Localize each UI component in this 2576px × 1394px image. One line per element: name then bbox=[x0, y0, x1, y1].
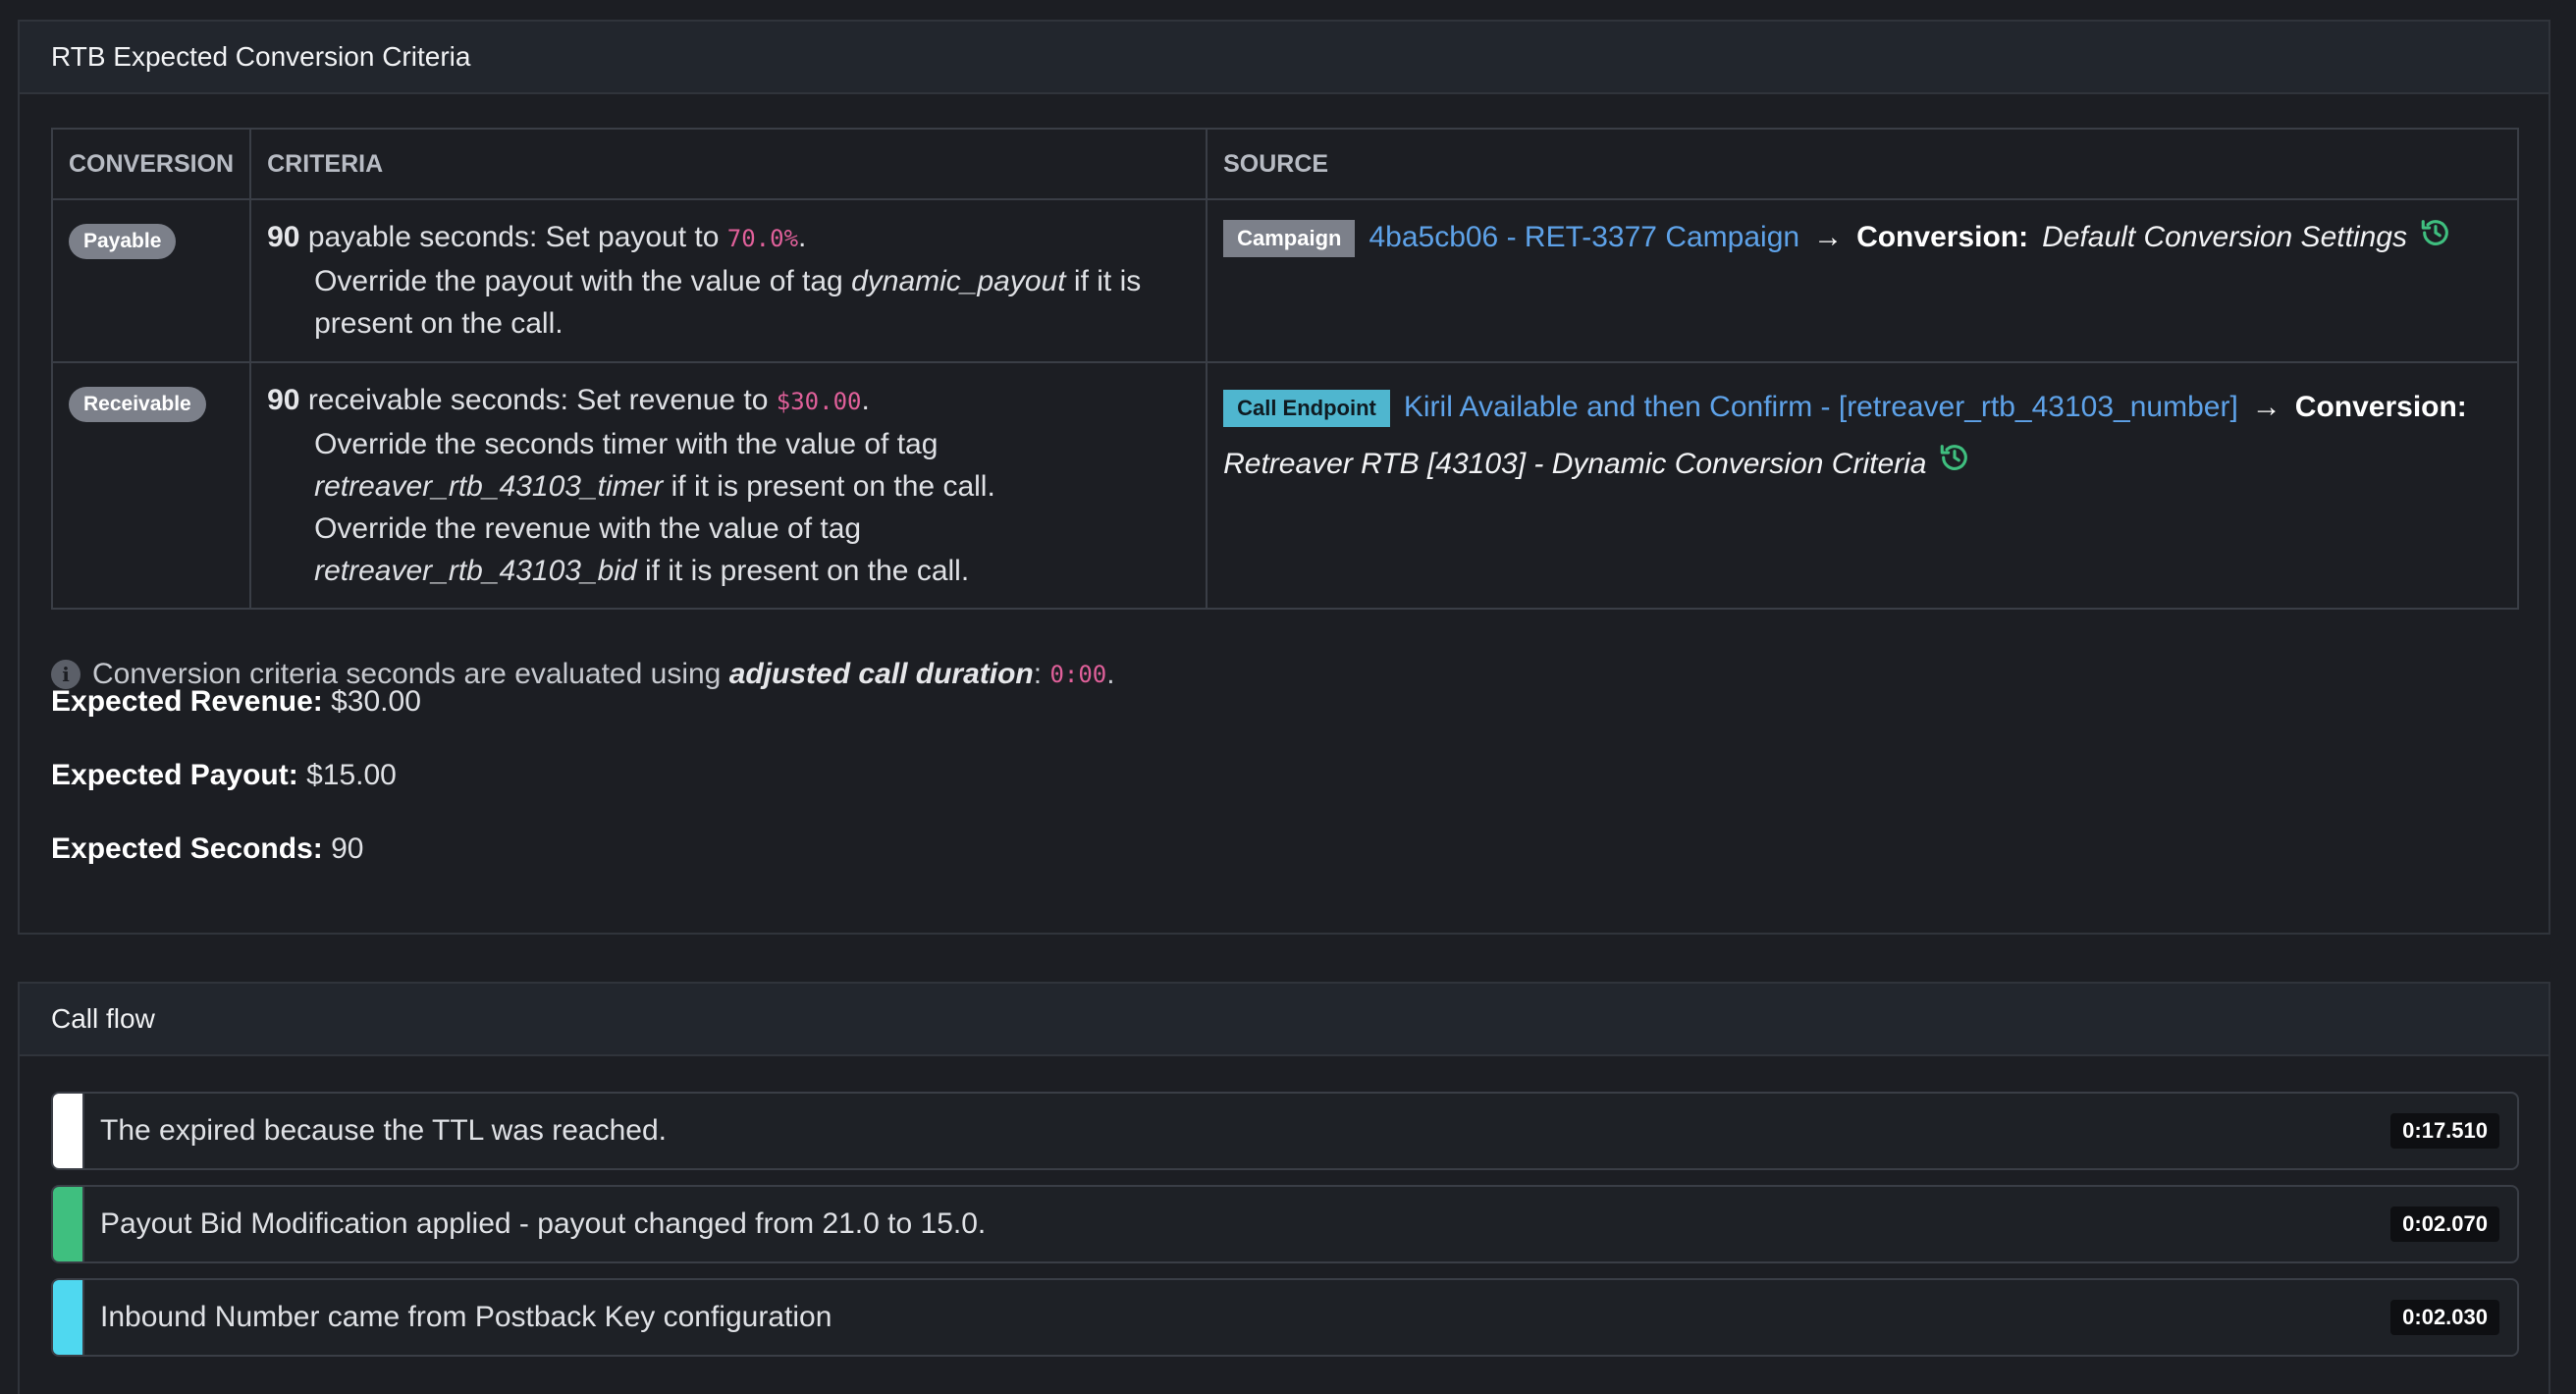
history-icon[interactable] bbox=[1938, 437, 1971, 494]
criteria-line: 90 payable seconds: Set payout to 70.0%. bbox=[267, 221, 807, 253]
conversion-name: Retreaver RTB [43103] - Dynamic Conversi… bbox=[1223, 448, 1927, 480]
conversion-criteria-table: CONVERSION CRITERIA SOURCE Payable 90 pa… bbox=[50, 128, 2519, 610]
call-flow-status-bar bbox=[53, 1187, 84, 1261]
conversion-label: Conversion: bbox=[2294, 391, 2467, 423]
call-flow-card: Call flow The expired because the TTL wa… bbox=[18, 982, 2550, 1394]
source-cell: Call Endpoint Kiril Available and then Co… bbox=[1206, 361, 2519, 610]
conversion-cell: Receivable bbox=[50, 361, 252, 610]
expected-seconds: Expected Seconds: 90 bbox=[51, 832, 363, 866]
criteria-value: $30.00 bbox=[776, 388, 862, 415]
receivable-badge: Receivable bbox=[69, 387, 206, 422]
override-text: Override the seconds timer with the valu… bbox=[314, 428, 939, 460]
criteria-value: 70.0% bbox=[726, 225, 799, 252]
expected-seconds-value: 90 bbox=[331, 832, 364, 865]
note-colon: : bbox=[1033, 658, 1043, 690]
conversion-cell: Payable bbox=[50, 198, 252, 363]
call-flow-time: 0:02.070 bbox=[2390, 1206, 2499, 1242]
conversion-name: Default Conversion Settings bbox=[2042, 221, 2407, 253]
call-flow-item[interactable]: The expired because the TTL was reached.… bbox=[51, 1092, 2519, 1170]
table-row: Payable 90 payable seconds: Set payout t… bbox=[50, 198, 2519, 363]
criteria-cell: 90 receivable seconds: Set revenue to $3… bbox=[249, 361, 1208, 610]
call-flow-status-bar bbox=[53, 1094, 84, 1168]
conversion-label: Conversion: bbox=[1856, 221, 2029, 253]
override-text: Override the payout with the value of ta… bbox=[314, 265, 843, 297]
call-endpoint-tag: Call Endpoint bbox=[1223, 390, 1390, 428]
call-flow-text: The expired because the TTL was reached. bbox=[100, 1114, 668, 1147]
call-flow-status-bar bbox=[53, 1280, 84, 1355]
call-flow-time: 0:17.510 bbox=[2390, 1113, 2499, 1149]
column-header-conversion: CONVERSION bbox=[50, 128, 252, 200]
criteria-text: payable seconds: Set payout to bbox=[307, 221, 720, 253]
arrow-icon: → bbox=[2251, 391, 2281, 423]
call-flow-header: Call flow bbox=[20, 984, 2549, 1056]
campaign-tag: Campaign bbox=[1223, 220, 1356, 258]
table-header-row: CONVERSION CRITERIA SOURCE bbox=[50, 128, 2519, 200]
override-tag: retreaver_rtb_43103_bid bbox=[314, 555, 637, 587]
campaign-link[interactable]: 4ba5cb06 - RET-3377 Campaign bbox=[1368, 221, 1799, 253]
expected-revenue-value: $30.00 bbox=[331, 685, 421, 718]
note-value: 0:00 bbox=[1049, 661, 1107, 688]
override-tag: dynamic_payout bbox=[851, 265, 1066, 297]
table-row: Receivable 90 receivable seconds: Set re… bbox=[50, 361, 2519, 610]
override-text-post: if it is present on the call. bbox=[645, 555, 970, 587]
call-flow-time: 0:02.030 bbox=[2390, 1300, 2499, 1335]
expected-payout: Expected Payout: $15.00 bbox=[51, 759, 397, 792]
expected-revenue-label: Expected Revenue: bbox=[51, 685, 323, 718]
rtb-card-header: RTB Expected Conversion Criteria bbox=[20, 22, 2549, 94]
override-line: Override the revenue with the value of t… bbox=[267, 508, 1190, 592]
history-icon[interactable] bbox=[2419, 216, 2452, 261]
call-flow-text: Inbound Number came from Postback Key co… bbox=[100, 1301, 832, 1333]
call-flow-text: Payout Bid Modification applied - payout… bbox=[100, 1207, 987, 1240]
call-flow-item[interactable]: Payout Bid Modification applied - payout… bbox=[51, 1185, 2519, 1263]
arrow-icon: → bbox=[1813, 221, 1844, 253]
source-line: Call Endpoint Kiril Available and then Co… bbox=[1223, 379, 2501, 436]
call-flow-item[interactable]: Inbound Number came from Postback Key co… bbox=[51, 1278, 2519, 1357]
column-header-criteria: CRITERIA bbox=[249, 128, 1208, 200]
criteria-seconds: 90 bbox=[267, 221, 300, 253]
override-text-post: if it is present on the call. bbox=[671, 470, 995, 503]
source-line: Retreaver RTB [43103] - Dynamic Conversi… bbox=[1223, 436, 2501, 494]
expected-payout-value: $15.00 bbox=[306, 759, 397, 791]
column-header-source: SOURCE bbox=[1206, 128, 2519, 200]
note-emphasis: adjusted call duration bbox=[728, 658, 1034, 690]
criteria-line: 90 receivable seconds: Set revenue to $3… bbox=[267, 384, 870, 416]
call-flow-title: Call flow bbox=[51, 1003, 155, 1034]
criteria-seconds: 90 bbox=[267, 384, 300, 416]
expected-seconds-label: Expected Seconds: bbox=[51, 832, 323, 865]
expected-revenue: Expected Revenue: $30.00 bbox=[51, 685, 421, 719]
rtb-conversion-card: RTB Expected Conversion Criteria CONVERS… bbox=[18, 20, 2550, 935]
call-endpoint-link[interactable]: Kiril Available and then Confirm - [retr… bbox=[1404, 391, 2238, 423]
criteria-cell: 90 payable seconds: Set payout to 70.0%.… bbox=[249, 198, 1208, 363]
override-text: Override the revenue with the value of t… bbox=[314, 512, 862, 545]
criteria-text: receivable seconds: Set revenue to bbox=[307, 384, 769, 416]
override-line: Override the payout with the value of ta… bbox=[267, 260, 1190, 345]
note-period: . bbox=[1106, 658, 1115, 690]
source-cell: Campaign 4ba5cb06 - RET-3377 Campaign → Con… bbox=[1206, 198, 2519, 363]
expected-payout-label: Expected Payout: bbox=[51, 759, 298, 791]
override-line: Override the seconds timer with the valu… bbox=[267, 423, 1190, 508]
override-tag: retreaver_rtb_43103_timer bbox=[314, 470, 664, 503]
rtb-card-title: RTB Expected Conversion Criteria bbox=[51, 41, 471, 72]
payable-badge: Payable bbox=[69, 224, 177, 259]
